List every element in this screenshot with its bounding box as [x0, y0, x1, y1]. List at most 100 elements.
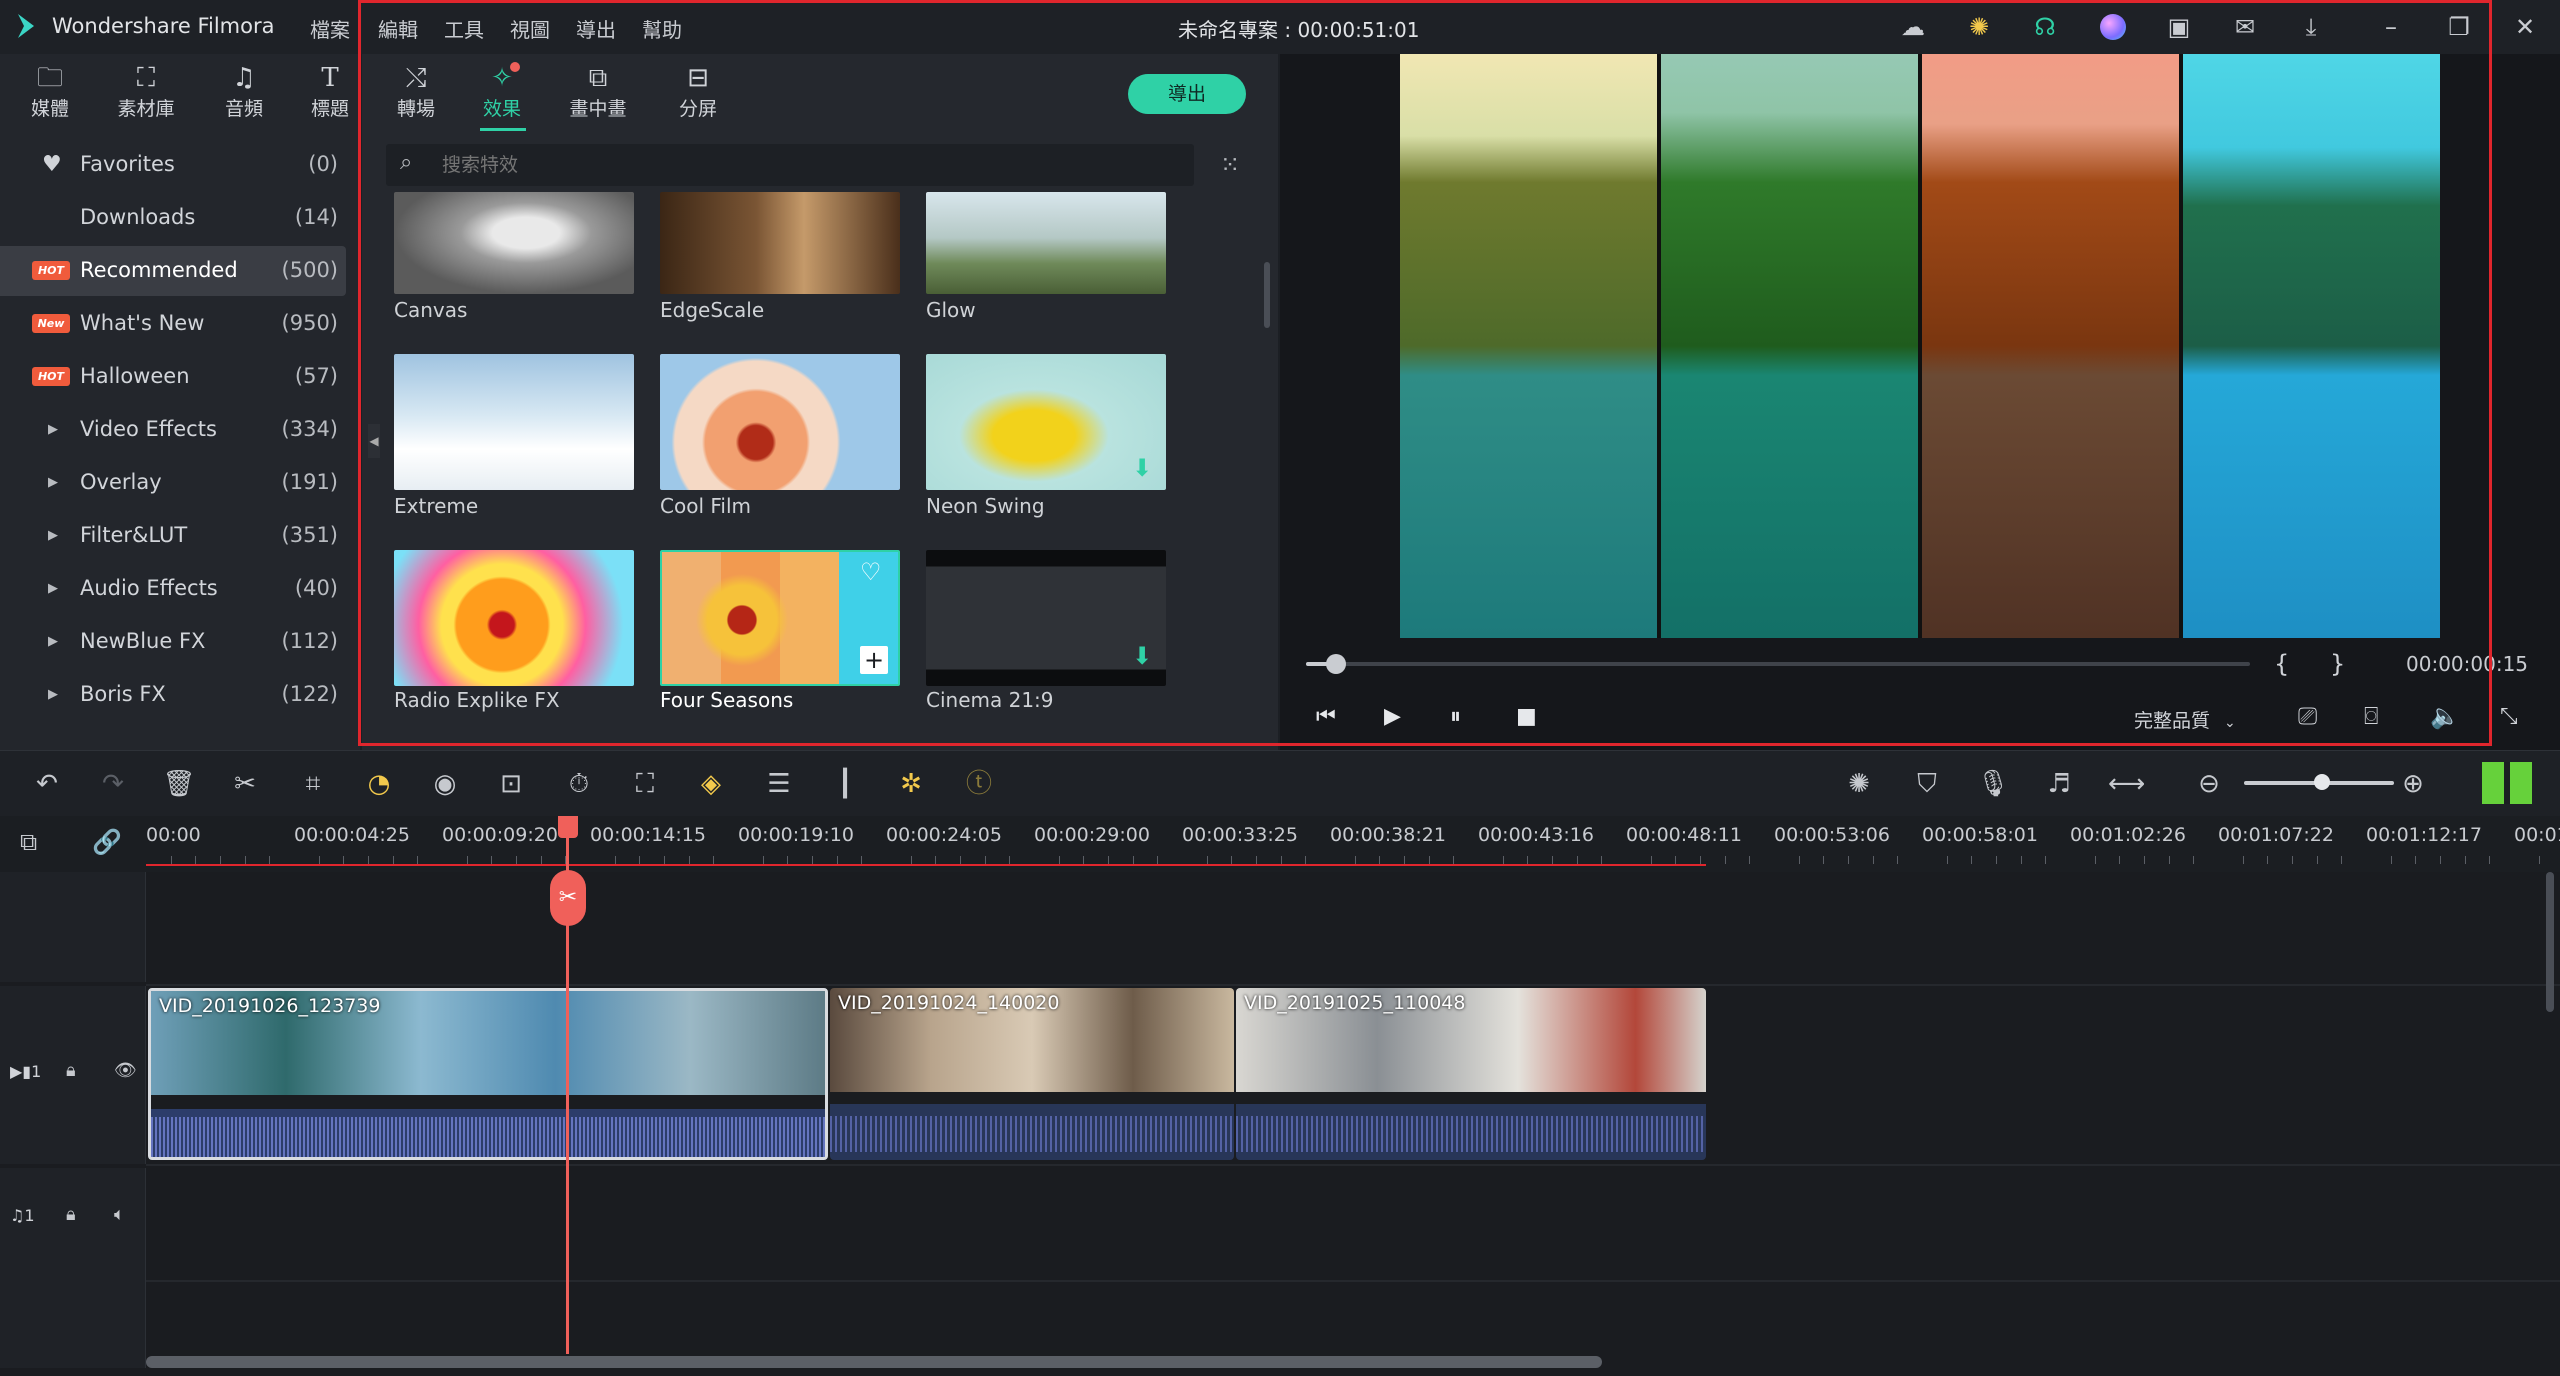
- tts-icon[interactable]: ⓣ: [962, 767, 996, 801]
- tab-effects[interactable]: ✧ 效果: [462, 62, 542, 121]
- search-bar[interactable]: ⌕: [386, 144, 1194, 186]
- video-clip[interactable]: VID_20191024_140020: [830, 988, 1234, 1160]
- eye-icon[interactable]: 👁︎: [114, 1060, 137, 1081]
- menu-edit[interactable]: 編輯: [378, 14, 418, 43]
- marker-icon[interactable]: ⛉: [1910, 767, 1944, 801]
- expand-arrow-icon[interactable]: ▶: [48, 562, 58, 615]
- download-icon[interactable]: ⬇: [1132, 642, 1152, 670]
- export-button[interactable]: 導出: [1128, 74, 1246, 114]
- effect-thumb-extreme[interactable]: [394, 354, 634, 490]
- zoom-out-icon[interactable]: ⊖: [2192, 767, 2226, 801]
- mark-out-button[interactable]: }: [2330, 650, 2345, 678]
- menu-export[interactable]: 導出: [576, 14, 616, 43]
- sidebar-item-recommended[interactable]: HOT Recommended (500): [0, 244, 346, 297]
- snapshot-icon[interactable]: ⌼: [2364, 702, 2378, 730]
- playback-scrubber-track[interactable]: [1306, 662, 2250, 666]
- menu-view[interactable]: 視圖: [510, 14, 550, 43]
- sidebar-item-boris-fx[interactable]: ▶ Boris FX (122): [0, 668, 346, 721]
- lock-icon[interactable]: 🔒︎: [66, 1060, 76, 1081]
- scrubber-handle[interactable]: [1326, 654, 1346, 674]
- tab-audio[interactable]: ♫ 音頻: [204, 62, 284, 121]
- undo-icon[interactable]: ↶: [30, 767, 64, 801]
- play-icon[interactable]: ▶: [1384, 704, 1401, 729]
- avatar-icon[interactable]: [2100, 14, 2126, 40]
- favorite-heart-icon[interactable]: ♡: [860, 558, 882, 586]
- speaker-icon[interactable]: 🔈︎: [114, 1204, 125, 1225]
- tab-splitscreen[interactable]: ⊟ 分屏: [658, 62, 738, 121]
- sidebar-item-newblue-fx[interactable]: ▶ NewBlue FX (112): [0, 615, 346, 668]
- vertical-scrollbar[interactable]: [2546, 872, 2554, 1012]
- grid-view-icon[interactable]: ⁙: [1220, 152, 1246, 178]
- expand-arrow-icon[interactable]: ▶: [48, 509, 58, 562]
- expand-arrow-icon[interactable]: ▶: [48, 615, 58, 668]
- step-back-icon[interactable]: ⏮: [1316, 704, 1336, 729]
- tab-titles[interactable]: T 標題: [290, 62, 370, 121]
- menu-help[interactable]: 幫助: [642, 14, 682, 43]
- sidebar-item-halloween[interactable]: HOT Halloween (57): [0, 350, 346, 403]
- audio-mixer-icon[interactable]: ┃: [828, 767, 862, 801]
- volume-icon[interactable]: 🔈: [2430, 702, 2460, 730]
- music-list-icon[interactable]: ♬: [2042, 767, 2076, 801]
- mark-in-button[interactable]: {: [2274, 650, 2289, 678]
- search-input[interactable]: [442, 150, 1042, 180]
- browser-scrollbar[interactable]: [1264, 262, 1270, 328]
- effect-thumb-canvas[interactable]: [394, 192, 634, 294]
- tab-media[interactable]: 🗀 媒體: [10, 62, 90, 121]
- save-icon[interactable]: ▣: [2166, 14, 2192, 40]
- sidebar-item-whats-new[interactable]: New What's New (950): [0, 297, 346, 350]
- timer-icon[interactable]: ⏱: [562, 767, 596, 801]
- effect-thumb-cinema-21-9[interactable]: ⬇: [926, 550, 1166, 686]
- tab-transitions[interactable]: ⤭ 轉場: [376, 62, 456, 121]
- stabilize-icon[interactable]: ⛶: [628, 767, 662, 801]
- keyframe-icon[interactable]: ◈: [694, 767, 728, 801]
- lock-icon[interactable]: 🔒︎: [66, 1204, 76, 1225]
- cut-icon[interactable]: ✂: [228, 767, 262, 801]
- collapse-panel-arrow-icon[interactable]: ◀: [368, 424, 380, 458]
- ai-effect-icon[interactable]: ✲: [894, 767, 928, 801]
- stop-icon[interactable]: ■: [1516, 704, 1537, 729]
- menu-file[interactable]: 檔案: [310, 14, 350, 43]
- headset-icon[interactable]: ☊: [2032, 14, 2058, 40]
- add-track-icon[interactable]: ⧉: [20, 828, 37, 856]
- mail-icon[interactable]: ✉: [2232, 14, 2258, 40]
- effect-thumb-glow[interactable]: [926, 192, 1166, 294]
- zoom-in-icon[interactable]: ⊕: [2396, 767, 2430, 801]
- add-effect-button[interactable]: +: [860, 646, 888, 674]
- speed-icon[interactable]: ◔: [362, 767, 396, 801]
- menu-tools[interactable]: 工具: [444, 14, 484, 43]
- microphone-icon[interactable]: 🎙: [1976, 767, 2010, 801]
- render-preview-icon[interactable]: ⎚: [2298, 702, 2317, 730]
- tab-stock[interactable]: ⛶ 素材庫: [106, 62, 186, 121]
- adjust-icon[interactable]: ☰: [762, 767, 796, 801]
- download-icon[interactable]: ⤓: [2298, 14, 2324, 40]
- download-icon[interactable]: ⬇: [1132, 454, 1152, 482]
- effect-thumb-four-seasons[interactable]: ♡ +: [660, 550, 900, 686]
- redo-icon[interactable]: ↷: [96, 767, 130, 801]
- video-clip[interactable]: VID_20191025_110048: [1236, 988, 1706, 1160]
- sidebar-item-audio-effects[interactable]: ▶ Audio Effects (40): [0, 562, 346, 615]
- cloud-icon[interactable]: ☁: [1900, 14, 1926, 40]
- color-icon[interactable]: ◉: [428, 767, 462, 801]
- minimize-icon[interactable]: –: [2378, 14, 2404, 40]
- horizontal-scrollbar[interactable]: [146, 1356, 1602, 1368]
- fullscreen-icon[interactable]: ⤡: [2500, 704, 2518, 729]
- effect-thumb-edgescale[interactable]: [660, 192, 900, 294]
- render-icon[interactable]: ✺: [1842, 767, 1876, 801]
- quality-select[interactable]: 完整品質 ⌄: [2134, 706, 2236, 733]
- bulb-icon[interactable]: ✺: [1966, 14, 1992, 40]
- sidebar-item-overlay[interactable]: ▶ Overlay (191): [0, 456, 346, 509]
- playhead-top-marker[interactable]: [558, 816, 578, 838]
- sidebar-item-video-effects[interactable]: ▶ Video Effects (334): [0, 403, 346, 456]
- close-icon[interactable]: ✕: [2512, 14, 2538, 40]
- link-icon[interactable]: 🔗: [92, 828, 122, 856]
- effect-thumb-cool-film[interactable]: [660, 354, 900, 490]
- expand-arrow-icon[interactable]: ▶: [48, 403, 58, 456]
- sidebar-item-favorites[interactable]: ♥ Favorites (0): [0, 138, 346, 191]
- delete-icon[interactable]: 🗑: [162, 767, 196, 801]
- restore-icon[interactable]: ❐: [2446, 14, 2472, 40]
- video-clip[interactable]: VID_20191026_123739: [148, 988, 828, 1160]
- zoom-slider-handle[interactable]: [2314, 774, 2330, 790]
- green-screen-icon[interactable]: ⊡: [494, 767, 528, 801]
- pause-icon[interactable]: ⏸: [1450, 704, 1461, 729]
- fit-timeline-icon[interactable]: ⟷: [2108, 767, 2145, 801]
